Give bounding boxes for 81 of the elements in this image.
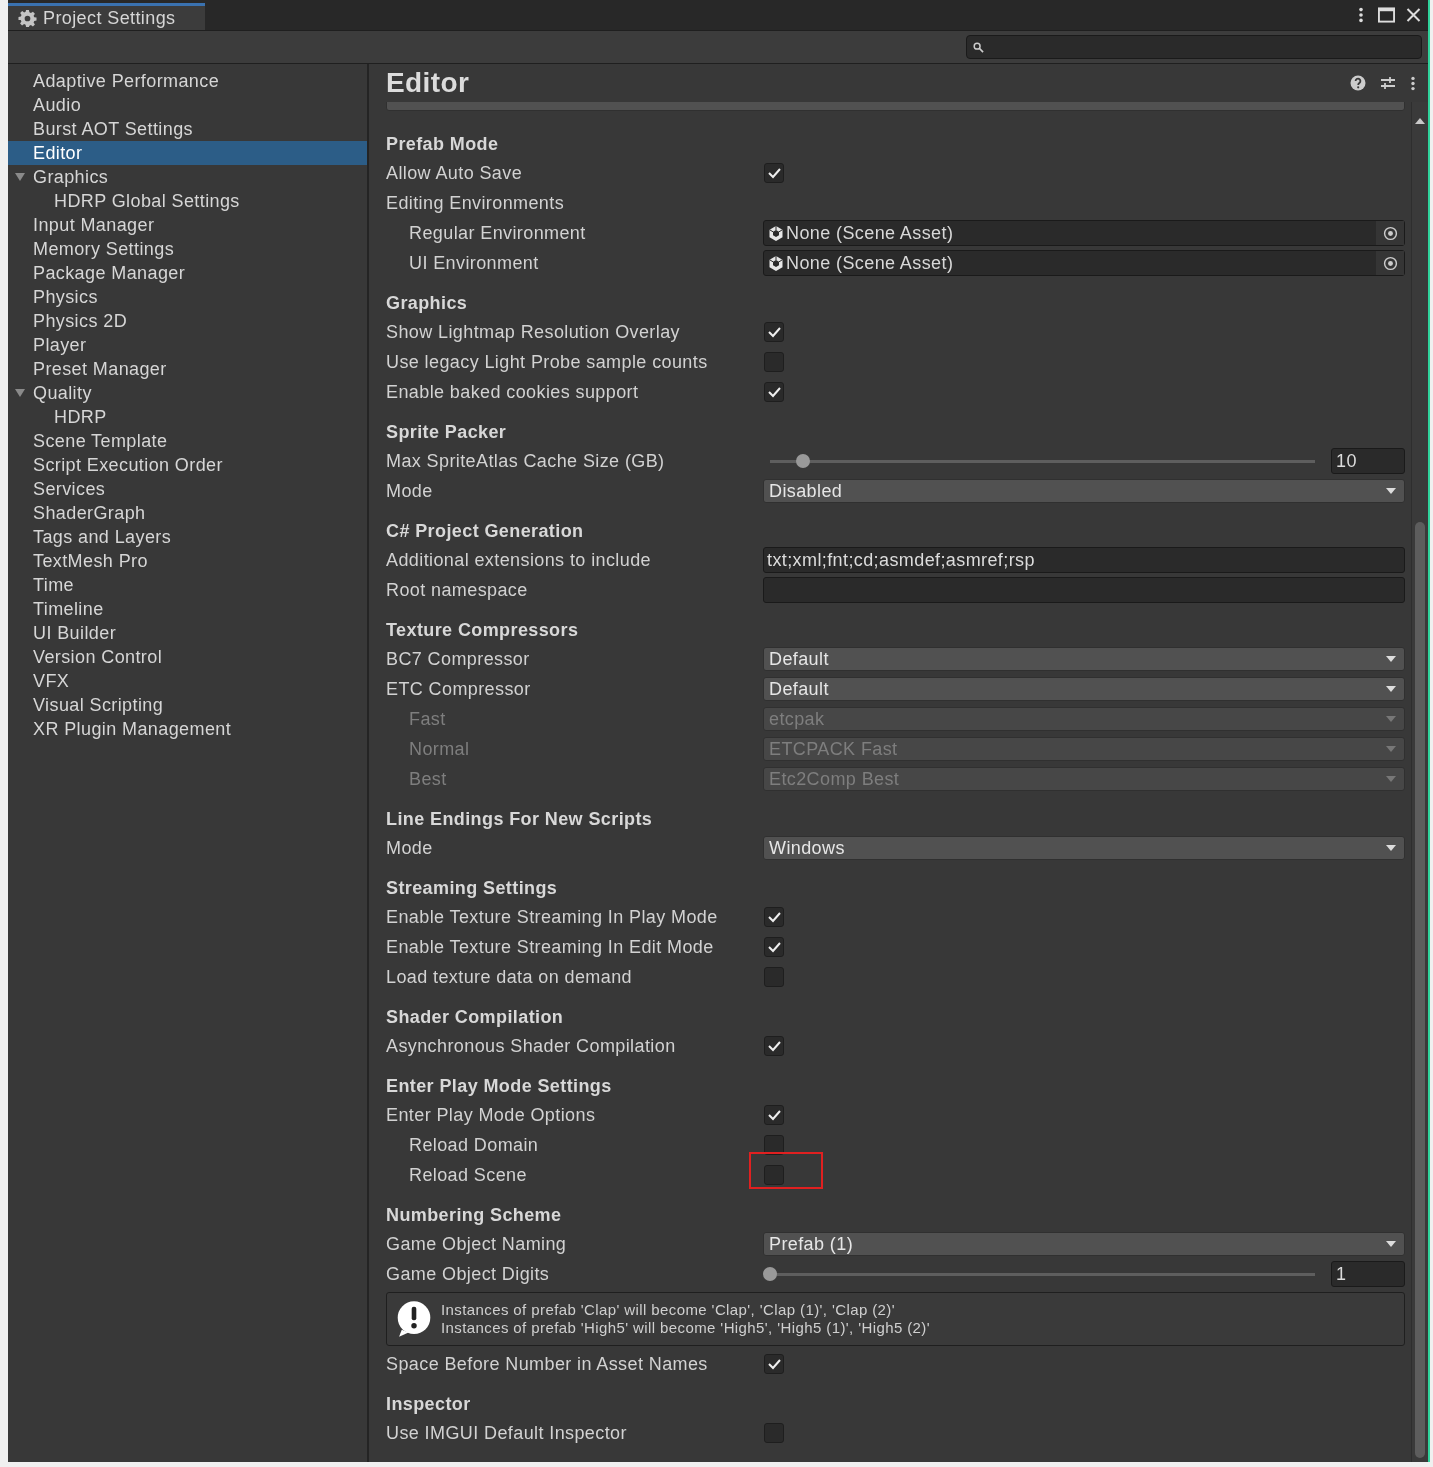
sidebar-item[interactable]: Package Manager [8,261,367,285]
info-text: Instances of prefab 'High5' will become 'High5', 'High5 (1)', 'High5 (2)' [441,1319,930,1337]
info-text: Instances of prefab 'Clap' will become 'Clap', 'Clap (1)', 'Clap (2)' [441,1301,897,1319]
dropdown[interactable]: Default [763,647,1405,671]
section-header: C# Project Generation [386,520,585,543]
project-settings-tab[interactable]: Project Settings [8,3,205,30]
sidebar-item[interactable]: ShaderGraph [8,501,367,525]
sidebar-item[interactable]: TextMesh Pro [8,549,367,573]
field-label: Asynchronous Shader Compilation [386,1035,677,1057]
sidebar-item[interactable]: Memory Settings [8,237,367,261]
field-label: Additional extensions to include [386,549,652,571]
sidebar-item[interactable]: Version Control [8,645,367,669]
field-label: UI Environment [408,252,540,274]
field-label: Normal [408,738,471,760]
sidebar-item[interactable]: HDRP Global Settings [8,189,367,213]
field-label: Use legacy Light Probe sample counts [386,351,709,373]
field-label: Mode [386,837,434,859]
sidebar-item[interactable]: Services [8,477,367,501]
sidebar-item[interactable]: Scene Template [8,429,367,453]
section-header: Graphics [386,292,469,315]
sidebar-item[interactable]: Script Execution Order [8,453,367,477]
field-label: Mode [386,480,434,502]
field-label: Game Object Digits [386,1263,551,1285]
sidebar-item[interactable]: Input Manager [8,213,367,237]
field-label: Max SpriteAtlas Cache Size (GB) [386,450,666,472]
field-label: Reload Domain [408,1134,540,1156]
sidebar-item[interactable]: Time [8,573,367,597]
sidebar-item[interactable]: VFX [8,669,367,693]
field-label: Enable Texture Streaming In Edit Mode [386,936,715,958]
field-label: BC7 Compressor [386,648,531,670]
sidebar-item[interactable]: Timeline [8,597,367,621]
field-label: ETC Compressor [386,678,532,700]
page-title: Editor [386,67,470,99]
number-field[interactable]: 1 [1331,1261,1405,1287]
section-header: Enter Play Mode Settings [386,1075,613,1098]
field-label: Editing Environments [386,192,566,214]
sidebar-item[interactable]: Quality [8,381,367,405]
field-label: Fast [408,708,447,730]
section-header: Numbering Scheme [386,1204,563,1227]
sidebar-item[interactable]: Adaptive Performance [8,69,367,93]
section-header: Shader Compilation [386,1006,565,1029]
field-label: Use IMGUI Default Inspector [386,1422,628,1444]
sidebar-item[interactable]: Audio [8,93,367,117]
dropdown[interactable]: Windows [763,836,1405,860]
field-label: Best [408,768,448,790]
sidebar-item[interactable]: Visual Scripting [8,693,367,717]
field-label: Load texture data on demand [386,966,633,988]
text-field[interactable]: txt;xml;fnt;cd;asmdef;asmref;rsp [763,547,1405,573]
object-field[interactable]: None (Scene Asset) [763,250,1405,276]
sidebar-item[interactable]: Editor [8,141,367,165]
dropdown[interactable]: Disabled [763,479,1405,503]
number-field[interactable]: 10 [1331,448,1405,474]
object-field[interactable]: None (Scene Asset) [763,220,1405,246]
section-header: Sprite Packer [386,421,508,444]
sidebar-item[interactable]: Preset Manager [8,357,367,381]
sidebar-item[interactable]: Graphics [8,165,367,189]
sidebar-item[interactable]: Burst AOT Settings [8,117,367,141]
sidebar-item[interactable]: Physics [8,285,367,309]
section-header: Prefab Mode [386,133,500,156]
field-label: Reload Scene [408,1164,528,1186]
field-label: Game Object Naming [386,1233,568,1255]
section-header: Texture Compressors [386,619,580,642]
sidebar-item[interactable]: UI Builder [8,621,367,645]
dropdown[interactable]: Default [763,677,1405,701]
sidebar-item[interactable]: HDRP [8,405,367,429]
dropdown[interactable]: Prefab (1) [763,1232,1405,1256]
field-label: Show Lightmap Resolution Overlay [386,321,681,343]
section-header: Streaming Settings [386,877,559,900]
field-label: Root namespace [386,579,529,601]
sidebar-item[interactable]: Player [8,333,367,357]
field-label: Space Before Number in Asset Names [386,1353,709,1375]
section-header: Line Endings For New Scripts [386,808,654,831]
section-header: Inspector [386,1393,472,1416]
field-label: Allow Auto Save [386,162,524,184]
field-label: Enable baked cookies support [386,381,640,403]
sidebar-item[interactable]: XR Plugin Management [8,717,367,741]
sidebar-item[interactable]: Tags and Layers [8,525,367,549]
sidebar-item[interactable]: Physics 2D [8,309,367,333]
field-label: Enter Play Mode Options [386,1104,597,1126]
field-label: Enable Texture Streaming In Play Mode [386,906,719,928]
field-label: Regular Environment [408,222,587,244]
